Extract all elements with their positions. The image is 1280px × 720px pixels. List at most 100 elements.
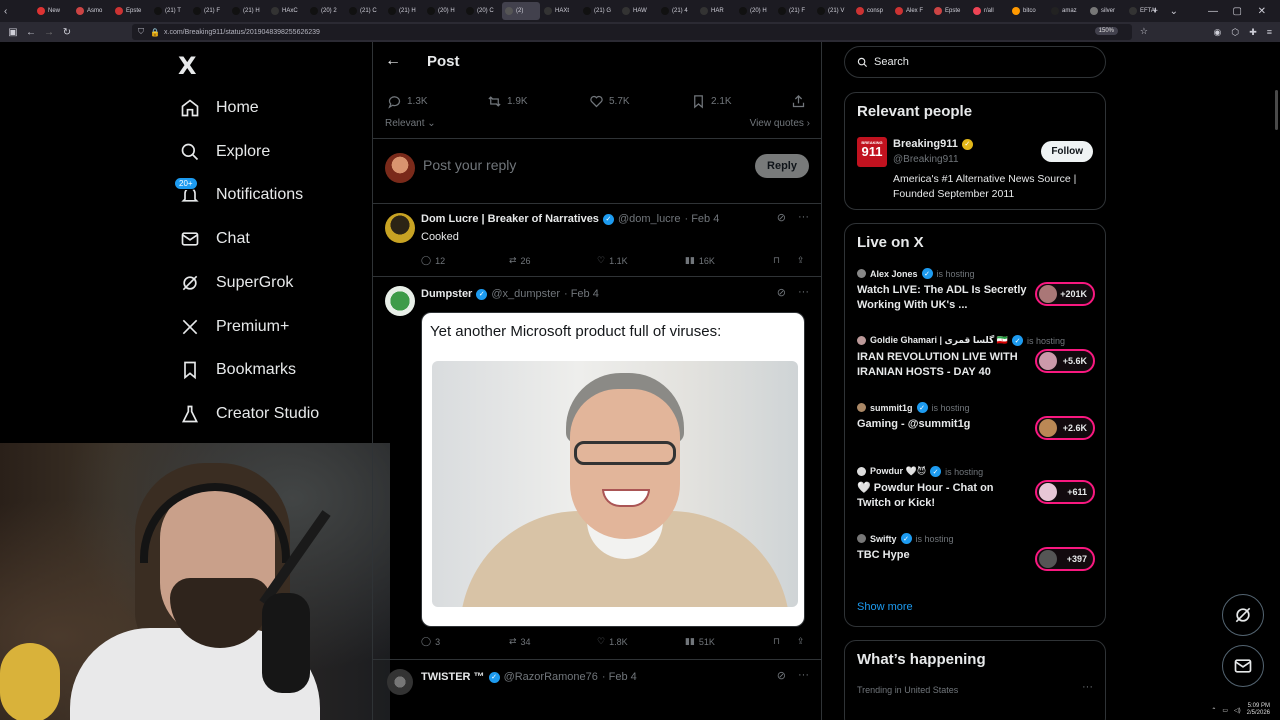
url-bar[interactable]: ⛉ 🔒 x.com/Breaking911/status/20190483982… [132,24,1148,40]
bookmark-star-icon[interactable]: ☆ [1140,26,1148,37]
browser-tab[interactable]: EFTAI [1126,2,1164,20]
nav-item-premium[interactable]: Premium+ [180,317,289,337]
view-quotes-link[interactable]: View quotes › [750,118,810,129]
browser-tab[interactable]: (2) [502,2,540,20]
author-handle[interactable]: @RazorRamone76 [504,671,598,683]
reload-button[interactable]: ↻ [58,27,76,38]
sort-dropdown[interactable]: Relevant ⌄ [385,118,436,129]
nav-item-bookmarks[interactable]: Bookmarks [180,360,296,380]
browser-tab[interactable]: Asmo [73,2,111,20]
browser-tab[interactable]: (21) T [151,2,189,20]
grok-icon[interactable]: ⊘ [777,211,786,224]
nav-item-explore[interactable]: Explore [180,142,270,162]
show-more-link[interactable]: Show more [857,601,913,613]
browser-tab[interactable]: amaz [1048,2,1086,20]
more-options-icon[interactable]: ··· [798,211,809,224]
nav-item-notifications[interactable]: 20+ Notifications [174,177,303,205]
bookmark-action[interactable]: ⊓ [773,636,780,647]
browser-tab[interactable]: (20) 2 [307,2,345,20]
menu-icon[interactable]: ≡ [1267,27,1272,37]
browser-tab[interactable]: consp [853,2,891,20]
repost-action[interactable]: ⇄ 34 [509,636,531,647]
browser-tab[interactable]: Epste [931,2,969,20]
browser-tab[interactable]: (20) H [736,2,774,20]
reply-button[interactable]: Reply [755,154,809,178]
grok-icon[interactable]: ⊘ [777,669,786,682]
reply-action[interactable]: ◯ 3 [421,636,440,647]
live-listeners-pill[interactable]: +5.6K [1035,349,1095,373]
browser-tab[interactable]: (20) C [463,2,501,20]
nav-item-creator-studio[interactable]: Creator Studio [180,404,319,424]
grok-fab[interactable] [1222,594,1264,636]
browser-tab[interactable]: (21) V [814,2,852,20]
tweet-avatar[interactable] [385,213,415,243]
sidebar-toggle-icon[interactable]: ▣ [4,27,22,38]
tweet-date[interactable]: · Feb 4 [564,288,599,300]
bookmarks-stat[interactable]: 2.1K [691,94,732,109]
browser-tab[interactable]: Epste [112,2,150,20]
tweet-avatar[interactable] [385,286,415,316]
network-icon[interactable]: ▭ [1222,707,1228,714]
views-action[interactable]: ▮▮ 16K [685,255,715,266]
browser-tab[interactable]: HAW [619,2,657,20]
reply-input[interactable]: Post your reply [423,157,516,173]
share-action[interactable]: ⇪ [797,255,805,266]
browser-tab[interactable]: bitco [1009,2,1047,20]
grok-icon[interactable]: ⊘ [777,286,786,299]
account-icon[interactable]: ◉ [1213,27,1221,38]
user-avatar[interactable] [385,153,415,183]
page-scrollbar[interactable] [1275,90,1278,130]
live-listeners-pill[interactable]: +201K [1035,282,1095,306]
maximize-button[interactable]: ▢ [1233,6,1242,17]
nav-item-chat[interactable]: Chat [180,229,250,249]
forward-button[interactable]: → [40,27,58,38]
browser-tab[interactable]: (20) H [424,2,462,20]
like-action[interactable]: ♡ 1.1K [597,255,628,266]
reply-action[interactable]: ◯ 12 [421,255,445,266]
breaking911-avatar[interactable]: BREAKING 911 [857,137,887,167]
live-item[interactable]: Powdur 🤍😈 ✓ is hosting 🤍 Powdur Hour - Cha… [857,466,1097,511]
follow-button[interactable]: Follow [1041,141,1093,162]
reply-tweet[interactable]: Dumpster ✓ @x_dumpster · Feb 4 ⊘ ··· Yet… [373,278,821,660]
browser-tab[interactable]: HAXt [541,2,579,20]
author-name[interactable]: Dom Lucre | Breaker of Narratives [421,213,599,225]
live-listeners-pill[interactable]: +611 [1035,480,1095,504]
share-action[interactable]: ⇪ [797,636,805,647]
author-handle[interactable]: @x_dumpster [491,288,560,300]
more-options-icon[interactable]: ··· [798,286,809,299]
browser-tab[interactable]: New [34,2,72,20]
repost-action[interactable]: ⇄ 26 [509,255,531,266]
live-item[interactable]: Alex Jones ✓ is hosting Watch LIVE: The AD… [857,268,1097,313]
replies-stat[interactable]: 1.3K [387,94,428,109]
browser-tab[interactable]: (21) H [385,2,423,20]
tab-overflow-icon[interactable]: ⌄ [1170,6,1178,17]
tray-chevron-icon[interactable]: ⌃ [1211,707,1216,714]
search-input[interactable]: Search [844,46,1106,78]
browser-tab[interactable]: (21) F [190,2,228,20]
more-options-icon[interactable]: ··· [1082,681,1093,693]
close-window-button[interactable]: ✕ [1258,6,1266,17]
bookmark-action[interactable]: ⊓ [773,255,780,266]
tweet-avatar[interactable] [387,669,413,695]
author-name[interactable]: Dumpster [421,288,472,300]
back-button[interactable]: ← [22,27,40,38]
browser-tab[interactable]: silver [1087,2,1125,20]
browser-tab[interactable]: (21) G [580,2,618,20]
share-button[interactable] [791,94,806,109]
browser-tab[interactable]: (21) C [346,2,384,20]
browser-tab[interactable]: r/all [970,2,1008,20]
author-name[interactable]: TWISTER ™ [421,671,485,683]
live-listeners-pill[interactable]: +2.6K [1035,416,1095,440]
views-action[interactable]: ▮▮ 51K [685,636,715,647]
more-options-icon[interactable]: ··· [798,669,809,682]
zoom-level[interactable]: 150% [1094,27,1118,35]
volume-icon[interactable]: ◁) [1234,707,1241,714]
browser-tab[interactable]: HAR [697,2,735,20]
likes-stat[interactable]: 5.7K [589,94,630,109]
new-tab-button[interactable]: + [1152,6,1158,17]
person-handle[interactable]: @Breaking911 [893,154,959,165]
tab-list-controls[interactable]: ‹ [4,0,7,22]
live-item[interactable]: Goldie Ghamari | گلسا قمری 🇮🇷 ✓ is hosting… [857,335,1097,380]
x-logo[interactable]: X [178,52,197,80]
browser-tab[interactable]: (21) 4 [658,2,696,20]
